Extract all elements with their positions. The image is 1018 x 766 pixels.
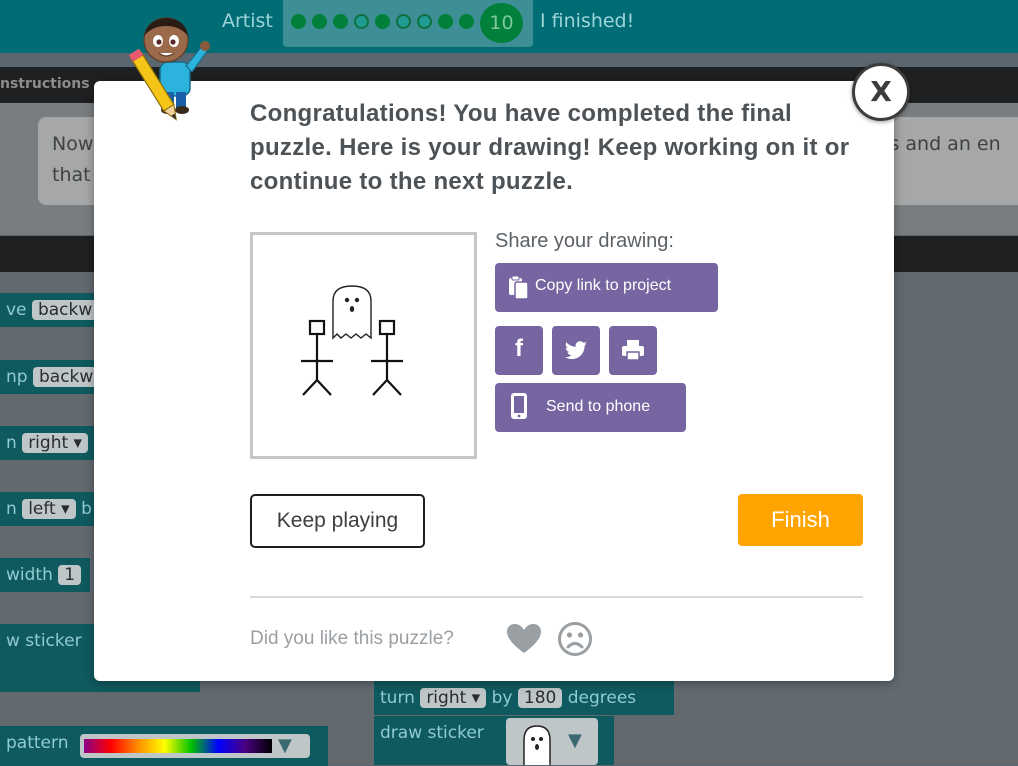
heart-icon[interactable] — [506, 623, 542, 655]
send-to-phone-label: Send to phone — [546, 398, 651, 415]
instructions-tab-label: nstructions — [0, 76, 90, 92]
block-label: draw sticker — [380, 723, 484, 743]
completion-dialog: Congratulations! You have completed the … — [94, 81, 894, 681]
twitter-icon — [564, 341, 587, 359]
ghost-sticker-icon — [523, 725, 551, 765]
instructions-line-1: Now — [52, 133, 94, 155]
progress-dot-9[interactable] — [459, 14, 474, 29]
progress-dot-5[interactable] — [375, 14, 390, 29]
feedback-question: Did you like this puzzle? — [250, 628, 454, 649]
toolbox-block-turn-right[interactable]: n right ▾ — [0, 426, 100, 460]
printer-icon — [622, 340, 644, 361]
progress-dot-3[interactable] — [333, 14, 348, 29]
chevron-down-icon: ▼ — [278, 735, 292, 756]
app-title: Artist — [222, 10, 273, 32]
script-block-turn[interactable]: turn right ▾ by 180 degrees — [374, 681, 674, 715]
twitter-share-button[interactable] — [552, 326, 600, 375]
block-dropdown[interactable]: right ▾ — [420, 688, 487, 708]
finished-status: I finished! — [540, 10, 635, 32]
drawing-preview — [250, 232, 477, 459]
copy-link-button[interactable]: Copy link to project — [495, 263, 718, 312]
copy-link-label: Copy link to project — [535, 277, 672, 294]
block-label: by — [491, 688, 513, 708]
block-number-field[interactable]: 1 — [58, 565, 82, 585]
chevron-down-icon: ▼ — [568, 730, 582, 751]
block-label: pattern — [6, 733, 69, 753]
current-level-badge[interactable]: 10 — [480, 3, 523, 43]
block-dropdown[interactable]: right ▾ — [22, 433, 89, 453]
block-label: np — [6, 367, 28, 387]
close-button[interactable]: X — [852, 63, 910, 121]
phone-icon — [511, 393, 527, 419]
block-label: ve — [6, 300, 27, 320]
progress-dot-8[interactable] — [438, 14, 453, 29]
facebook-icon: f — [515, 335, 523, 362]
block-label: w sticker — [6, 631, 82, 651]
share-label: Share your drawing: — [495, 230, 674, 252]
block-label: width — [6, 565, 53, 585]
progress-dot-1[interactable] — [291, 14, 306, 29]
artist-character-icon — [128, 17, 210, 121]
block-label: turn — [380, 688, 415, 708]
keep-playing-button[interactable]: Keep playing — [250, 494, 425, 548]
block-dropdown[interactable]: left ▾ — [22, 499, 76, 519]
congratulations-message: Congratulations! You have completed the … — [250, 100, 850, 195]
block-number-field[interactable]: 180 — [517, 688, 563, 708]
sad-face-icon[interactable] — [557, 621, 593, 657]
block-label: n — [6, 433, 17, 453]
progress-bar: 10 — [283, 0, 533, 47]
progress-dot-2[interactable] — [312, 14, 327, 29]
facebook-share-button[interactable]: f — [495, 326, 543, 375]
block-dropdown[interactable]: backw — [31, 300, 99, 320]
send-to-phone-button[interactable]: Send to phone — [495, 383, 686, 432]
rainbow-swatch — [84, 739, 272, 753]
stick-figures-ghost-drawing — [301, 285, 403, 396]
pattern-dropdown[interactable]: ▼ — [80, 734, 310, 758]
clipboard-icon — [509, 275, 529, 300]
print-button[interactable] — [609, 326, 657, 375]
toolbox-block-width[interactable]: width 1 — [0, 558, 90, 592]
script-block-draw-sticker[interactable]: draw sticker ▼ — [374, 716, 614, 765]
progress-dot-7[interactable] — [417, 14, 432, 29]
instructions-line-2: that — [52, 164, 91, 186]
sticker-dropdown[interactable]: ▼ — [506, 718, 598, 765]
toolbox-block-pattern[interactable]: pattern ▼ — [0, 726, 328, 766]
block-label-suffix: b — [81, 499, 92, 519]
finish-button[interactable]: Finish — [738, 494, 863, 546]
divider — [250, 596, 863, 598]
block-label: n — [6, 499, 17, 519]
progress-dot-6[interactable] — [396, 14, 411, 29]
progress-dot-4[interactable] — [354, 14, 369, 29]
block-label: degrees — [567, 688, 637, 708]
